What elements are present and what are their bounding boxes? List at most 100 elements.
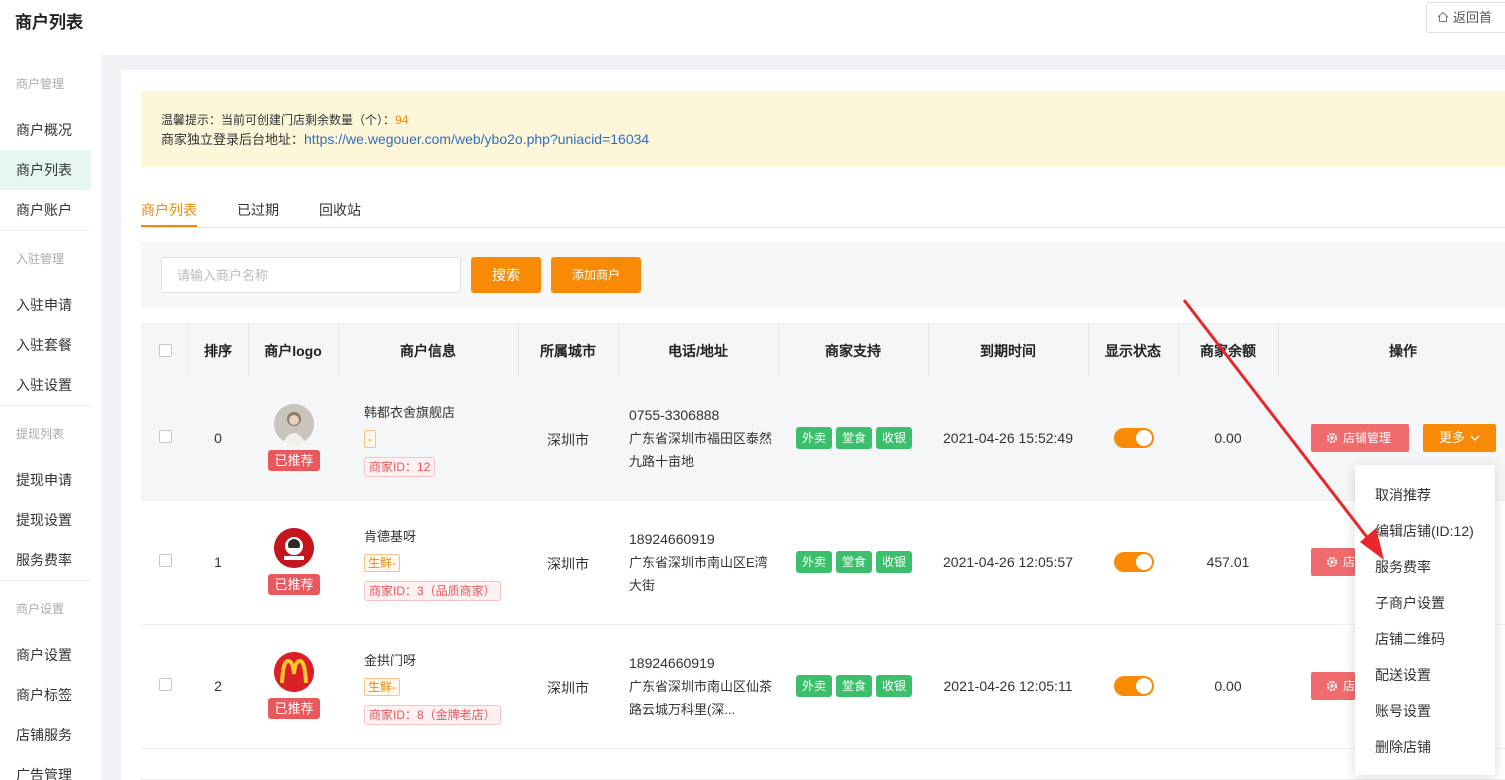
- address: 广东省深圳市南山区E湾大街: [629, 555, 768, 593]
- merchant-id-tag: 商家ID：12: [364, 457, 436, 477]
- expire-time: 2021-04-26 12:05:11: [943, 678, 1073, 694]
- table-row: [141, 749, 1505, 780]
- sidebar-divider: [0, 405, 91, 406]
- recommended-badge: 已推荐: [268, 698, 320, 719]
- sort-value: 0: [214, 430, 222, 446]
- chevron-down-icon: [1470, 435, 1480, 441]
- tab-recycle-bin[interactable]: 回收站: [319, 200, 361, 220]
- sidebar-item-withdraw-settings[interactable]: 提现设置: [0, 500, 91, 540]
- shop-name: 金拱门呀: [364, 653, 417, 668]
- city: 深圳市: [547, 556, 589, 572]
- table-row: 2 已推荐 金拱门呀 生鲜- 商家ID：8（金牌老店） 深圳市 18924660…: [141, 625, 1505, 749]
- shop-manage-button[interactable]: 店: [1311, 672, 1355, 700]
- menu-item-delete-shop[interactable]: 删除店铺: [1375, 737, 1431, 757]
- tab-active-indicator: [141, 225, 197, 227]
- category-tag: -: [364, 430, 376, 448]
- header-display: 显示状态: [1105, 343, 1161, 359]
- page-title: 商户列表: [15, 13, 83, 32]
- add-merchant-button[interactable]: 添加商户: [551, 257, 641, 293]
- sidebar-item-withdraw-apply[interactable]: 提现申请: [0, 460, 91, 500]
- phone: 18924660919: [629, 531, 715, 547]
- header-sort: 排序: [204, 343, 232, 359]
- category-tag: 生鲜-: [364, 678, 400, 696]
- support-cashier-tag: 收银: [876, 675, 912, 697]
- sidebar-item-settle-apply[interactable]: 入驻申请: [0, 285, 91, 325]
- sidebar-item-overview[interactable]: 商户概况: [0, 110, 91, 150]
- sidebar-item-ad-manage[interactable]: 广告管理: [0, 755, 91, 780]
- support-takeout-tag: 外卖: [796, 675, 832, 697]
- category-tag: 生鲜-: [364, 554, 400, 572]
- notice-line1-text: 温馨提示：当前可创建门店剩余数量（个）：: [161, 113, 396, 127]
- tab-merchant-list[interactable]: 商户列表: [141, 200, 197, 220]
- more-label: 更多: [1439, 430, 1466, 445]
- address: 广东省深圳市福田区泰然九路十亩地: [629, 431, 773, 469]
- home-icon: [1437, 11, 1449, 22]
- expire-time: 2021-04-26 15:52:49: [943, 430, 1073, 446]
- address: 广东省深圳市南山区仙茶路云城万科里(深...: [629, 679, 773, 717]
- recommended-badge: 已推荐: [268, 574, 320, 595]
- menu-item-shop-qrcode[interactable]: 店铺二维码: [1375, 629, 1445, 649]
- header-phone-address: 电话/地址: [668, 343, 728, 359]
- row-checkbox[interactable]: [159, 678, 172, 691]
- sort-value: 2: [214, 678, 222, 694]
- sidebar-divider: [0, 580, 91, 581]
- search-button[interactable]: 搜索: [471, 257, 541, 293]
- sidebar-group-withdraw: 提现列表: [16, 427, 65, 441]
- support-dine-in-tag: 堂食: [836, 551, 872, 573]
- display-toggle[interactable]: [1114, 552, 1154, 572]
- sidebar-item-merchant-account[interactable]: 商户账户: [0, 190, 91, 230]
- merchant-id-tag: 商家ID：8（金牌老店）: [364, 705, 501, 725]
- sidebar-divider: [0, 230, 91, 231]
- sidebar-item-settle-settings[interactable]: 入驻设置: [0, 365, 91, 405]
- back-home-button[interactable]: 返回首: [1426, 2, 1505, 33]
- menu-item-account-settings[interactable]: 账号设置: [1375, 701, 1431, 721]
- merchant-id-tag: 商家ID：3（品质商家）: [364, 581, 501, 601]
- row-checkbox[interactable]: [159, 430, 172, 443]
- header-support: 商家支持: [825, 343, 881, 359]
- tab-expired[interactable]: 已过期: [237, 200, 279, 220]
- header-expire: 到期时间: [980, 343, 1036, 359]
- sidebar-item-service-rate[interactable]: 服务费率: [0, 540, 91, 580]
- more-actions-button[interactable]: 更多: [1423, 424, 1496, 452]
- display-toggle[interactable]: [1114, 428, 1154, 448]
- select-all-checkbox[interactable]: [159, 344, 172, 357]
- shop-name: 肯德基呀: [364, 529, 417, 544]
- recommended-badge: 已推荐: [268, 450, 320, 471]
- sidebar-item-settle-package[interactable]: 入驻套餐: [0, 325, 91, 365]
- backend-url-link[interactable]: https://we.wegouer.com/web/ybo2o.php?uni…: [304, 131, 649, 147]
- gear-icon: [1326, 680, 1338, 692]
- support-cashier-tag: 收银: [876, 427, 912, 449]
- merchant-logo: [274, 652, 314, 692]
- shop-name: 韩都衣舍旗舰店: [364, 405, 456, 420]
- header-logo: 商户logo: [264, 343, 322, 359]
- support-dine-in-tag: 堂食: [836, 675, 872, 697]
- display-toggle[interactable]: [1114, 676, 1154, 696]
- notice-banner: 温馨提示：当前可创建门店剩余数量（个）：94 商家独立登录后台地址：https:…: [141, 91, 1505, 167]
- menu-item-sub-merchant[interactable]: 子商户设置: [1375, 593, 1445, 613]
- sort-value: 1: [214, 554, 222, 570]
- row-checkbox[interactable]: [159, 554, 172, 567]
- support-takeout-tag: 外卖: [796, 551, 832, 573]
- phone: 18924660919: [629, 655, 715, 671]
- remaining-count: 94: [395, 113, 409, 127]
- notice-line2-text: 商家独立登录后台地址：: [161, 132, 305, 147]
- shop-manage-label: 店: [1343, 679, 1355, 693]
- header-city: 所属城市: [540, 343, 596, 359]
- sidebar-group-merchant: 商户管理: [16, 77, 65, 91]
- support-cashier-tag: 收银: [876, 551, 912, 573]
- support-takeout-tag: 外卖: [796, 427, 832, 449]
- sidebar-item-merchant-settings[interactable]: 商户设置: [0, 635, 91, 675]
- top-bar: 商户列表 返回首: [0, 0, 1505, 55]
- menu-item-delivery-settings[interactable]: 配送设置: [1375, 665, 1431, 685]
- sidebar-item-merchant-tags[interactable]: 商户标签: [0, 675, 91, 715]
- sidebar-item-shop-service[interactable]: 店铺服务: [0, 715, 91, 755]
- sidebar-group-settings: 商户设置: [16, 602, 65, 616]
- sidebar-item-merchant-list[interactable]: 商户列表: [0, 150, 91, 190]
- expire-time: 2021-04-26 12:05:57: [943, 554, 1073, 570]
- phone: 0755-3306888: [629, 407, 720, 423]
- support-dine-in-tag: 堂食: [836, 427, 872, 449]
- annotation-arrow-icon: [1182, 299, 1384, 560]
- merchant-search-input[interactable]: [161, 257, 461, 293]
- sidebar: 商户管理 商户概况 商户列表 商户账户 入驻管理 入驻申请 入驻套餐 入驻设置 …: [0, 55, 101, 780]
- back-home-label: 返回首: [1453, 10, 1493, 25]
